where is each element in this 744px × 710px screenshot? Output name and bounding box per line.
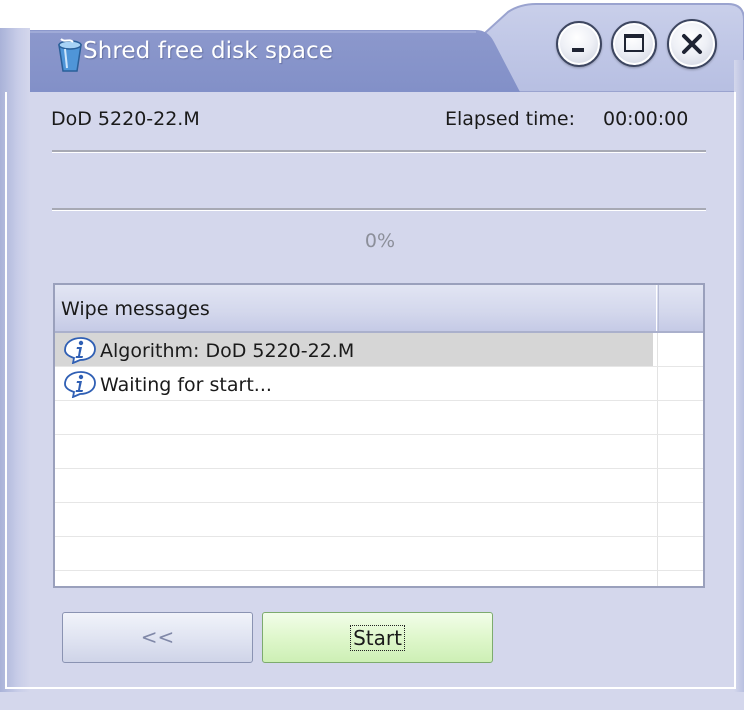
list-item[interactable] [55, 503, 703, 537]
list-item-cell: Waiting for start... [55, 367, 653, 400]
title-bar[interactable]: Shred free disk space [0, 0, 744, 92]
list-item[interactable]: Waiting for start... [55, 367, 703, 401]
back-button[interactable]: << [62, 612, 253, 663]
column-header-filler [658, 285, 703, 331]
list-item-cell [55, 435, 653, 468]
close-button[interactable] [667, 19, 717, 69]
list-item-cell [55, 401, 653, 434]
list-item-cell [55, 537, 653, 570]
shred-window: Shred free disk space DoD 5220-22.M Elap… [0, 0, 744, 710]
window-frame-bottom [0, 692, 744, 710]
maximize-button[interactable] [611, 21, 657, 67]
list-item-text: Algorithm: DoD 5220-22.M [100, 340, 355, 362]
elapsed-time-value: 00:00:00 [603, 108, 689, 130]
list-header: Wipe messages [55, 285, 703, 333]
list-item-cell [55, 469, 653, 502]
list-item[interactable] [55, 401, 703, 435]
window-title: Shred free disk space [83, 38, 334, 64]
progress-percent: 0% [364, 230, 396, 252]
minimize-button[interactable] [556, 21, 602, 67]
algorithm-label: DoD 5220-22.M [51, 108, 200, 130]
list-item[interactable] [55, 537, 703, 571]
list-item-cell: Algorithm: DoD 5220-22.M [55, 333, 653, 366]
elapsed-time-label: Elapsed time: [445, 108, 576, 130]
list-item[interactable] [55, 435, 703, 469]
info-icon [64, 337, 96, 364]
progress-bar [52, 150, 706, 211]
list-item-text: Waiting for start... [100, 374, 272, 396]
list-item[interactable] [55, 469, 703, 503]
maximize-icon [624, 34, 644, 52]
info-icon [64, 371, 96, 398]
shredder-bin-icon [55, 37, 85, 73]
column-header-label: Wipe messages [61, 298, 210, 320]
close-icon [682, 34, 702, 54]
list-item-cell [55, 503, 653, 536]
start-button-label: Start [350, 625, 405, 651]
list-item[interactable]: Algorithm: DoD 5220-22.M [55, 333, 703, 367]
column-header-wipe-messages[interactable]: Wipe messages [55, 285, 657, 331]
wipe-messages-list[interactable]: Wipe messages Algorithm: DoD 5220-22.M Wa… [53, 283, 705, 588]
minimize-icon [572, 48, 584, 52]
start-button[interactable]: Start [262, 612, 493, 663]
